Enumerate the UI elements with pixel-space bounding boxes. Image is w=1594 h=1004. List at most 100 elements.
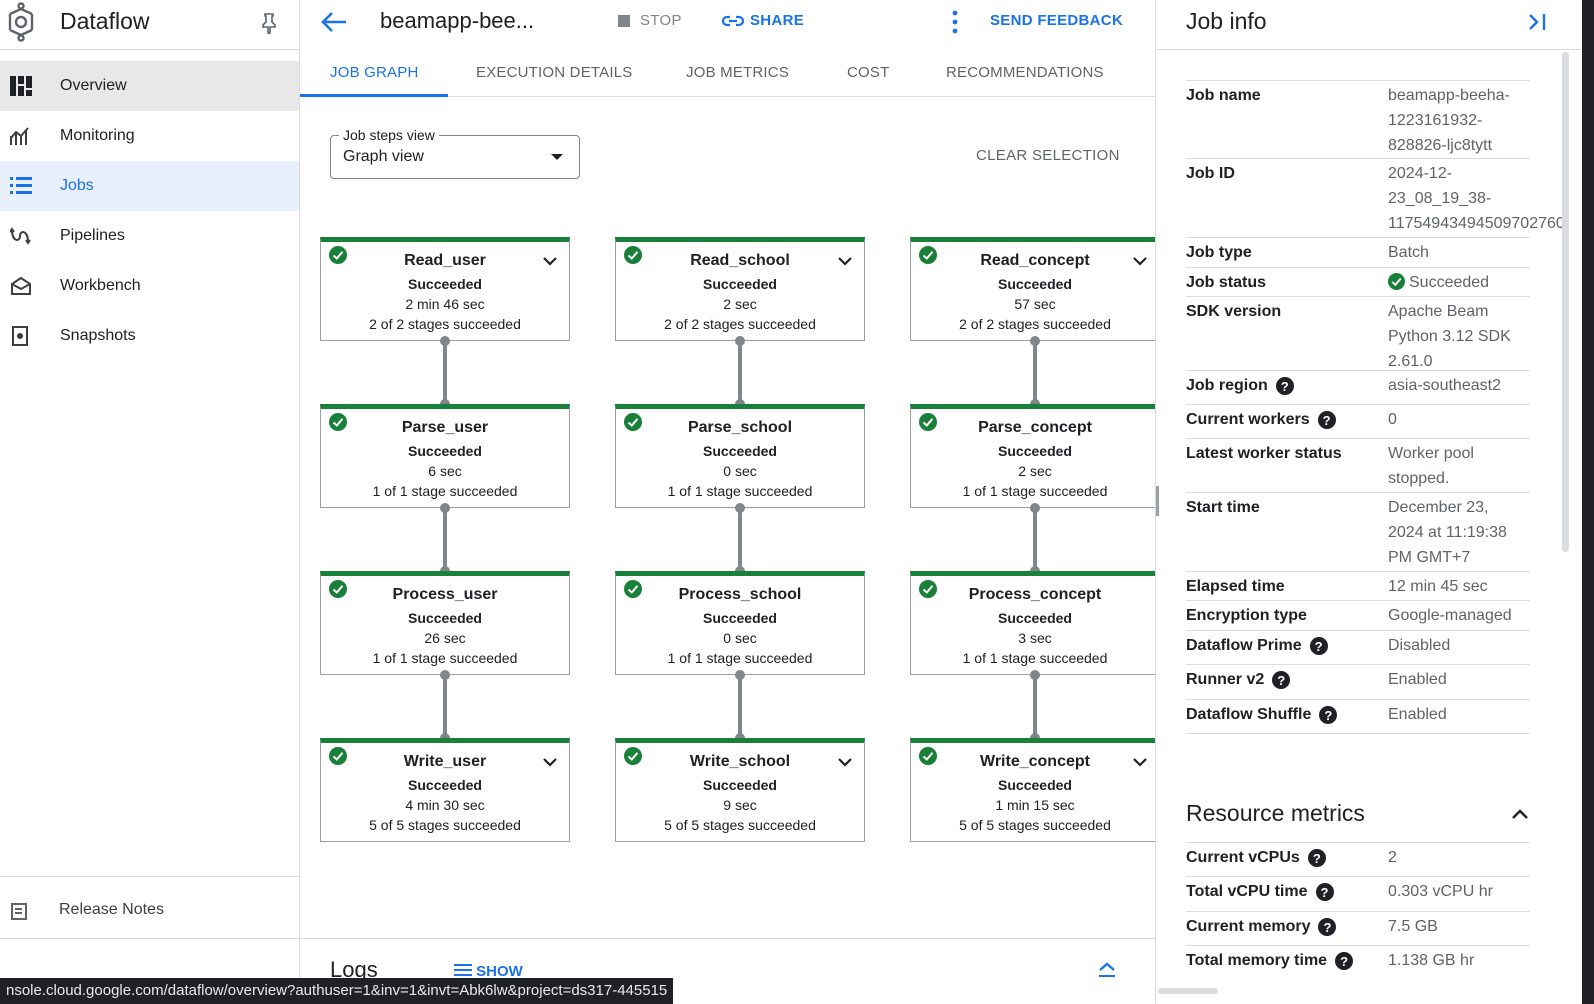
help-icon[interactable]: ?	[1317, 411, 1336, 429]
tab-cost[interactable]: COST	[847, 64, 889, 81]
tab-job-metrics[interactable]: JOB METRICS	[686, 64, 789, 81]
info-key: Total memory time?	[1186, 952, 1354, 970]
node-duration: 4 min 30 sec	[405, 797, 485, 813]
info-key: Job type	[1186, 244, 1252, 262]
node-duration: 1 min 15 sec	[995, 797, 1075, 813]
info-value: 2	[1388, 845, 1528, 870]
help-icon[interactable]: ?	[1272, 671, 1291, 689]
help-icon[interactable]: ?	[1318, 918, 1337, 936]
tab-recommendations[interactable]: RECOMMENDATIONS	[946, 64, 1104, 81]
graph-node[interactable]: Read_concept Succeeded 57 sec 2 of 2 stages…	[910, 237, 1155, 341]
help-icon[interactable]: ?	[1275, 377, 1294, 395]
stop-label: STOP	[640, 12, 682, 29]
help-icon[interactable]: ?	[1315, 883, 1334, 901]
info-value-text: asia-southeast2	[1388, 377, 1501, 394]
info-value-text: Succeeded	[1409, 274, 1490, 291]
node-duration: 6 sec	[428, 463, 462, 479]
node-name: Write_concept	[980, 753, 1090, 770]
info-value-text: 0.303 vCPU hr	[1388, 883, 1493, 900]
expand-less-icon[interactable]	[1098, 961, 1116, 977]
graph-node[interactable]: Write_concept Succeeded 1 min 15 sec 5 of 5…	[910, 738, 1155, 842]
info-key-label: Current memory	[1186, 918, 1311, 935]
info-key: Start time	[1186, 499, 1260, 517]
info-row: SDK version Apache Beam Python 3.12 SDK 2…	[1186, 296, 1530, 370]
help-icon[interactable]: ?	[1309, 637, 1328, 655]
list-end-divider	[1186, 733, 1530, 734]
node-status: Succeeded	[703, 777, 777, 793]
graph-edge	[1030, 503, 1040, 576]
collapse-panel-icon[interactable]	[1526, 12, 1548, 32]
panel-resize-handle[interactable]	[1156, 486, 1160, 516]
info-value-text: beamapp-beeha-1223161932-828826-ljc8tytt	[1388, 87, 1510, 154]
scrollbar-thumb[interactable]	[1562, 52, 1569, 552]
graph-node[interactable]: Parse_user Succeeded 6 sec 1 of 1 stage suc…	[320, 404, 570, 508]
graph-node[interactable]: Parse_school Succeeded 0 sec 1 of 1 stage s…	[615, 404, 865, 508]
more-vert-icon[interactable]	[952, 10, 958, 34]
stop-button[interactable]: STOP	[618, 12, 682, 29]
graph-node[interactable]: Read_school Succeeded 2 sec 2 of 2 stages s…	[615, 237, 865, 341]
info-row: Job region? asia-southeast2	[1186, 370, 1530, 404]
info-row: Runner v2? Enabled	[1186, 664, 1530, 699]
node-stages: 1 of 1 stage succeeded	[962, 483, 1108, 499]
node-status: Succeeded	[408, 276, 482, 292]
chevron-up-icon[interactable]	[1511, 808, 1529, 820]
nav-item-jobs[interactable]: Jobs	[0, 161, 299, 211]
job-graph: Read_user Succeeded 2 min 46 sec 2 of 2 sta…	[300, 97, 1155, 927]
job-info-list: Job name beamapp-beeha-1223161932-828826-…	[1186, 80, 1565, 734]
info-key: Job status	[1186, 274, 1266, 292]
help-icon[interactable]: ?	[1319, 706, 1338, 724]
share-button[interactable]: SHARE	[722, 12, 804, 29]
node-stages: 5 of 5 stages succeeded	[664, 817, 816, 833]
nav-item-monitoring[interactable]: Monitoring	[0, 111, 299, 161]
nav-item-overview[interactable]: Overview	[0, 61, 299, 111]
graph-edge	[735, 503, 745, 576]
graph-node[interactable]: Write_school Succeeded 9 sec 5 of 5 stages …	[615, 738, 865, 842]
info-value: Apache Beam Python 3.12 SDK 2.61.0	[1388, 299, 1528, 374]
send-feedback-button[interactable]: SEND FEEDBACK	[990, 12, 1123, 29]
arrow-back-icon[interactable]	[320, 10, 348, 34]
info-row: Current workers? 0	[1186, 404, 1530, 438]
node-status: Succeeded	[408, 777, 482, 793]
node-name: Write_user	[403, 753, 487, 770]
nav-item-pipelines[interactable]: Pipelines	[0, 211, 299, 261]
node-stages: 1 of 1 stage succeeded	[667, 650, 813, 666]
info-key: Dataflow Shuffle?	[1186, 706, 1338, 724]
nav-collapse-area[interactable]	[0, 938, 299, 978]
info-row: Dataflow Shuffle? Enabled	[1186, 699, 1530, 733]
nav-item-release-notes[interactable]: Release Notes	[0, 876, 299, 938]
dashboard-icon	[10, 76, 32, 96]
node-duration: 57 sec	[1014, 296, 1056, 312]
node-stages: 2 of 2 stages succeeded	[369, 316, 521, 332]
help-icon[interactable]: ?	[1307, 849, 1326, 867]
graph-node[interactable]: Process_school Succeeded 0 sec 1 of 1 stage…	[615, 571, 865, 675]
product-title: Dataflow	[60, 8, 150, 34]
graph-node[interactable]: Process_user Succeeded 26 sec 1 of 1 stage …	[320, 571, 570, 675]
resource-metrics-list: Current vCPUs? 2 Total vCPU time? 0.303 vCP…	[1186, 842, 1530, 980]
nav-item-snapshots[interactable]: Snapshots	[0, 311, 299, 361]
vertical-scrollbar[interactable]	[1560, 52, 1570, 552]
node-stages: 1 of 1 stage succeeded	[667, 483, 813, 499]
tab-execution-details[interactable]: EXECUTION DETAILS	[476, 64, 632, 81]
graph-node[interactable]: Process_concept Succeeded 3 sec 1 of 1 stag…	[910, 571, 1155, 675]
info-key-label: Current vCPUs	[1186, 849, 1300, 866]
node-stages: 1 of 1 stage succeeded	[372, 483, 518, 499]
tab-job-graph[interactable]: JOB GRAPH	[330, 64, 418, 81]
stop-icon	[618, 14, 630, 27]
logs-panel: Logs SHOW	[300, 938, 1155, 982]
info-key: Encryption type	[1186, 607, 1307, 625]
graph-node[interactable]: Read_user Succeeded 2 min 46 sec 2 of 2 sta…	[320, 237, 570, 341]
graph-node[interactable]: Write_user Succeeded 4 min 30 sec 5 of 5 st…	[320, 738, 570, 842]
help-icon[interactable]: ?	[1335, 952, 1354, 970]
horizontal-scrollbar-thumb[interactable]	[1158, 988, 1218, 994]
resource-metrics-title: Resource metrics	[1186, 800, 1365, 826]
node-status: Succeeded	[703, 276, 777, 292]
nav-item-workbench[interactable]: Workbench	[0, 261, 299, 311]
node-stages: 2 of 2 stages succeeded	[664, 316, 816, 332]
pin-icon[interactable]	[260, 12, 278, 34]
graph-node[interactable]: Parse_concept Succeeded 2 sec 1 of 1 stage …	[910, 404, 1155, 508]
graph-edge	[440, 503, 450, 576]
info-key-label: Job region	[1186, 377, 1268, 394]
info-value-text: December 23, 2024 at 11:19:38 PM GMT+7	[1388, 499, 1507, 566]
info-value: Enabled	[1388, 702, 1528, 727]
info-value: 1.138 GB hr	[1388, 948, 1528, 973]
